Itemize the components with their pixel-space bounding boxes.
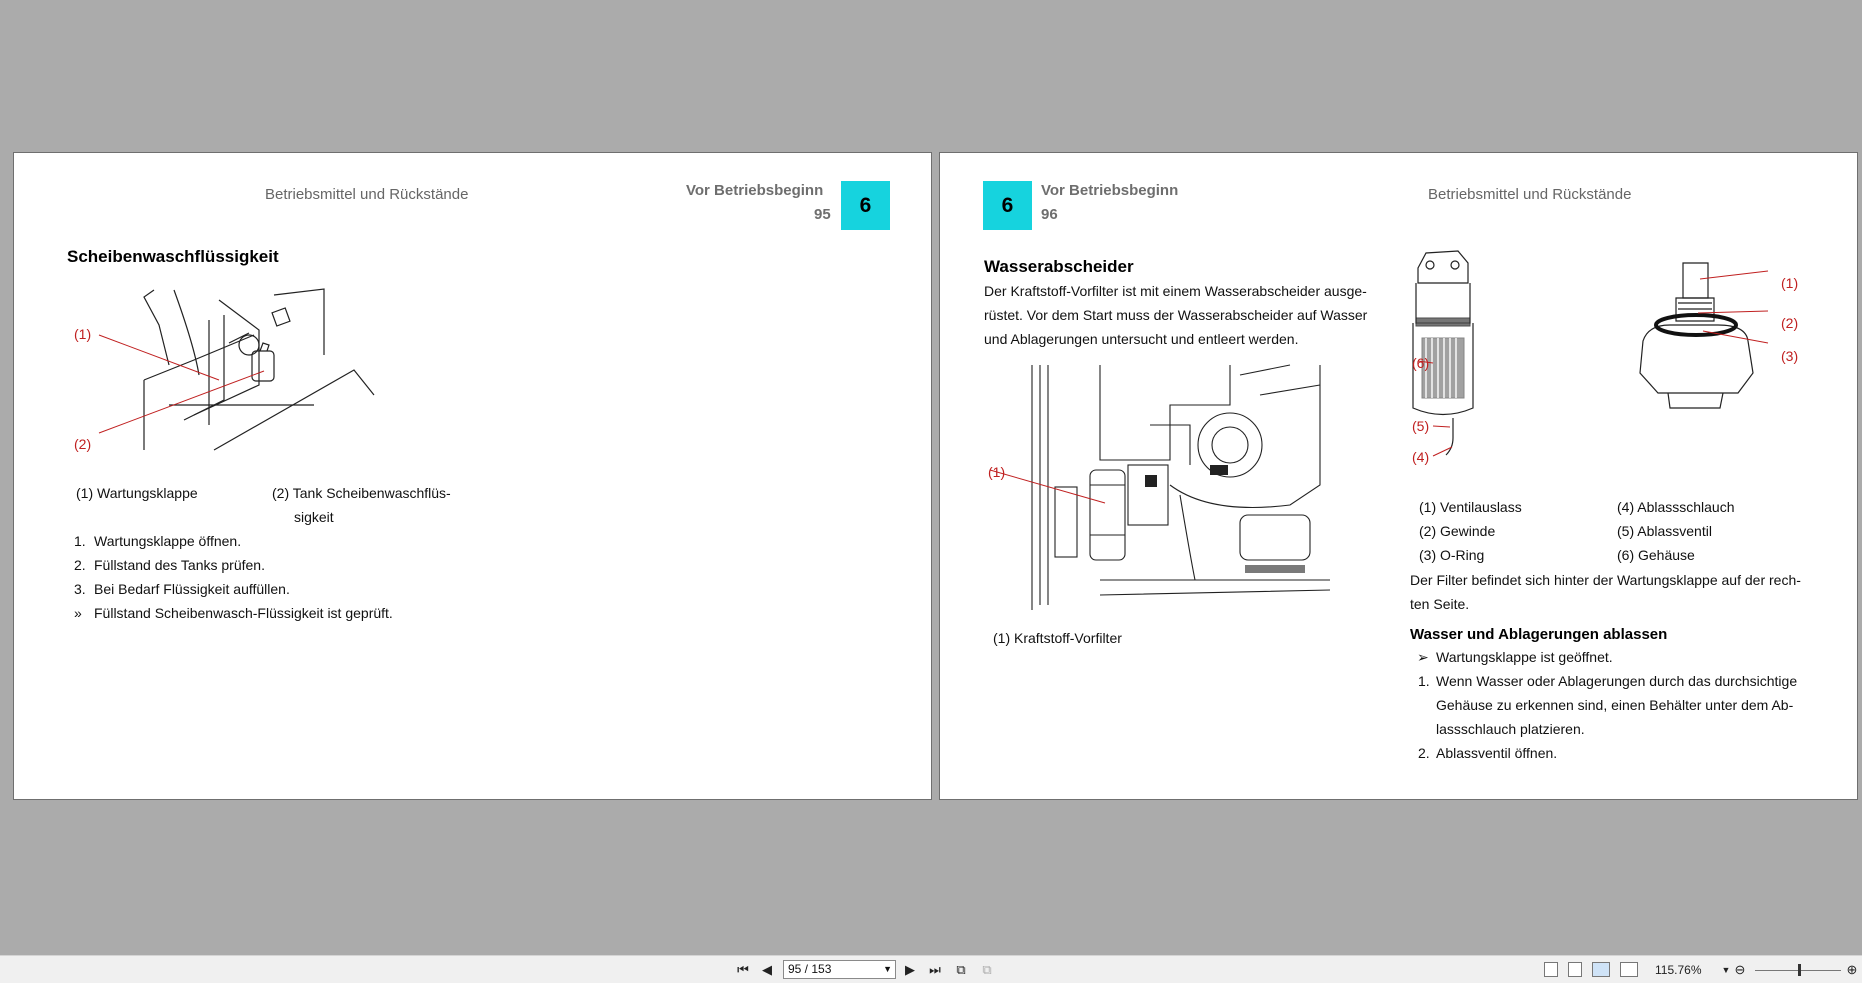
intro-line-1: Der Kraftstoff-Vorfilter ist mit einem W… <box>984 283 1367 299</box>
page-95: Betriebsmittel und Rückstände Vor Betrie… <box>13 152 932 800</box>
page-96: 6 Vor Betriebsbeginn 96 Betriebsmittel u… <box>939 152 1858 800</box>
section-title: Wasserabscheider <box>984 257 1134 276</box>
step-1: 1. Wartungsklappe öffnen. <box>74 533 242 549</box>
filter-callout-1: (1) <box>1781 275 1799 291</box>
chapter-title: Vor Betriebsbeginn <box>1041 182 1179 199</box>
zoom-out-icon[interactable]: ⊖ <box>1730 960 1750 980</box>
filter-callout-3: (3) <box>1781 348 1799 364</box>
filter-callout-2: (2) <box>1781 315 1799 331</box>
page-number: 95 <box>814 206 831 223</box>
legend-ventilauslass: (1) Ventilauslass <box>1419 499 1522 515</box>
legend-item-1: (1) Wartungsklappe <box>76 485 198 501</box>
legend-item-2: (2) Tank Scheibenwaschflüs- <box>272 485 451 501</box>
step-1-line-3: lassschlauch platzieren. <box>1436 721 1585 737</box>
page-number: 96 <box>1041 206 1058 223</box>
callout-2: (2) <box>74 436 92 452</box>
step-2: 2. Füllstand des Tanks prüfen. <box>74 557 265 573</box>
zoom-level[interactable]: 115.76% <box>1655 963 1701 977</box>
step-3: 3. Bei Bedarf Flüssigkeit auffüllen. <box>74 581 290 597</box>
water-separator-figure <box>1412 250 1769 457</box>
washer-tank-figure <box>98 288 375 451</box>
chevron-down-icon[interactable]: ▼ <box>883 961 892 978</box>
filter-callout-5: (5) <box>1412 418 1430 434</box>
intro-line-2: rüstet. Vor dem Start muss der Wasserabs… <box>984 307 1368 323</box>
engine-callout-1: (1) <box>988 464 1006 480</box>
chapter-number-box: 6 <box>841 181 890 230</box>
legend-ablassventil: (5) Ablassventil <box>1617 523 1712 539</box>
filter-callout-6: (6) <box>1412 355 1430 371</box>
step-2: 2. Ablassventil öffnen. <box>1418 745 1558 761</box>
single-page-icon[interactable] <box>1544 962 1558 977</box>
last-page-icon[interactable]: ⏭ <box>925 960 945 980</box>
page-number-input[interactable]: 95 / 153 ▼ <box>783 960 896 979</box>
chapter-number-box: 6 <box>983 181 1032 230</box>
step-1: 1. Wenn Wasser oder Ablagerungen durch da… <box>1418 673 1798 689</box>
zoom-slider-thumb[interactable] <box>1798 964 1801 976</box>
step-result: » Füllstand Scheibenwasch-Flüssigkeit ist… <box>74 605 393 621</box>
precondition: ➢ Wartungsklappe ist geöffnet. <box>1417 649 1613 665</box>
legend-gewinde: (2) Gewinde <box>1419 523 1496 539</box>
first-page-icon[interactable]: ⏮ <box>733 960 753 980</box>
section-title: Scheibenwaschflüssigkeit <box>67 247 279 266</box>
subsection-title: Wasser und Ablagerungen ablassen <box>1410 626 1668 643</box>
legend-gehaeuse: (6) Gehäuse <box>1617 547 1695 563</box>
facing-icon[interactable] <box>1592 962 1610 977</box>
engine-caption: (1) Kraftstoff-Vorfilter <box>993 630 1122 646</box>
statusbar: ⏮ ◀ 95 / 153 ▼ ▶ ⏭ ⧉ ⧉ 115.76% ▼ ⊖ ⊕ <box>0 955 1862 983</box>
engine-bay-figure <box>989 364 1331 610</box>
running-header: Betriebsmittel und Rückstände <box>265 186 469 203</box>
legend-item-2-cont: sigkeit <box>294 509 334 525</box>
continuous-icon[interactable] <box>1568 962 1582 977</box>
chapter-title: Vor Betriebsbeginn <box>686 182 824 199</box>
step-1-line-2: Gehäuse zu erkennen sind, einen Behälter… <box>1436 697 1794 713</box>
intro-line-3: und Ablagerungen untersucht und entleert… <box>984 331 1299 347</box>
prev-page-icon[interactable]: ◀ <box>757 960 777 980</box>
legend-o-ring: (3) O-Ring <box>1419 547 1485 563</box>
zoom-in-icon[interactable]: ⊕ <box>1842 960 1862 980</box>
running-header: Betriebsmittel und Rückstände <box>1428 186 1632 203</box>
next-page-icon[interactable]: ▶ <box>900 960 920 980</box>
filter-callout-4: (4) <box>1412 449 1430 465</box>
location-line-1: Der Filter befindet sich hinter der Wart… <box>1410 572 1801 588</box>
next-view-icon[interactable]: ⧉ <box>977 960 997 980</box>
legend-ablassschlauch: (4) Ablassschlauch <box>1617 499 1735 515</box>
continuous-facing-icon[interactable] <box>1620 962 1638 977</box>
callout-1: (1) <box>74 326 92 342</box>
previous-view-icon[interactable]: ⧉ <box>951 960 971 980</box>
location-line-2: ten Seite. <box>1410 596 1470 612</box>
